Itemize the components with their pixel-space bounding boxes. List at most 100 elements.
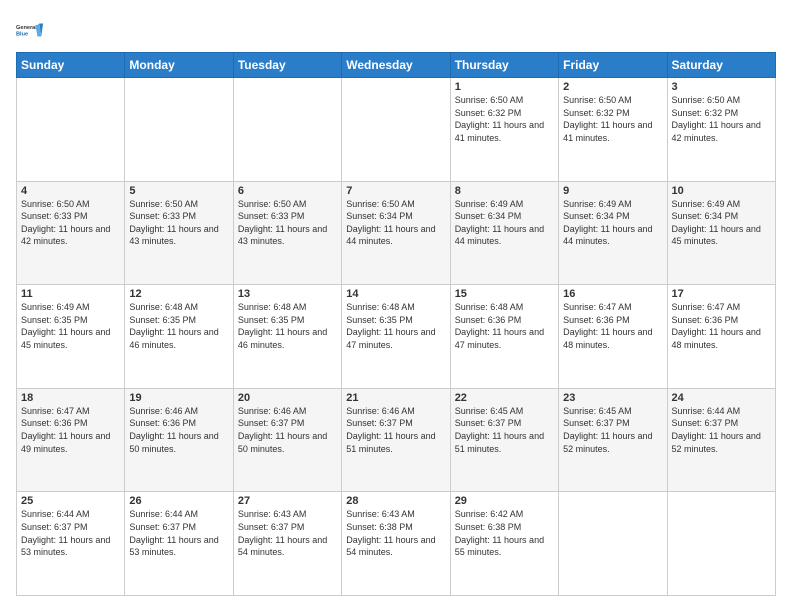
day-info: Sunrise: 6:43 AM Sunset: 6:38 PM Dayligh… <box>346 508 445 558</box>
calendar-day-cell <box>233 78 341 182</box>
calendar-day-cell: 9Sunrise: 6:49 AM Sunset: 6:34 PM Daylig… <box>559 181 667 285</box>
calendar-table: SundayMondayTuesdayWednesdayThursdayFrid… <box>16 52 776 596</box>
day-info: Sunrise: 6:47 AM Sunset: 6:36 PM Dayligh… <box>563 301 662 351</box>
day-number: 1 <box>455 81 554 93</box>
day-of-week-header: Thursday <box>450 53 558 78</box>
calendar-week-row: 1Sunrise: 6:50 AM Sunset: 6:32 PM Daylig… <box>17 78 776 182</box>
day-number: 4 <box>21 185 120 197</box>
calendar-day-cell <box>342 78 450 182</box>
day-number: 6 <box>238 185 337 197</box>
day-info: Sunrise: 6:43 AM Sunset: 6:37 PM Dayligh… <box>238 508 337 558</box>
day-info: Sunrise: 6:50 AM Sunset: 6:33 PM Dayligh… <box>129 198 228 248</box>
day-number: 28 <box>346 495 445 507</box>
calendar-day-cell: 3Sunrise: 6:50 AM Sunset: 6:32 PM Daylig… <box>667 78 775 182</box>
day-info: Sunrise: 6:50 AM Sunset: 6:32 PM Dayligh… <box>672 94 771 144</box>
calendar-day-cell: 26Sunrise: 6:44 AM Sunset: 6:37 PM Dayli… <box>125 492 233 596</box>
calendar-day-cell: 29Sunrise: 6:42 AM Sunset: 6:38 PM Dayli… <box>450 492 558 596</box>
day-number: 9 <box>563 185 662 197</box>
calendar-day-cell: 20Sunrise: 6:46 AM Sunset: 6:37 PM Dayli… <box>233 388 341 492</box>
day-of-week-header: Tuesday <box>233 53 341 78</box>
day-info: Sunrise: 6:46 AM Sunset: 6:37 PM Dayligh… <box>238 405 337 455</box>
day-info: Sunrise: 6:42 AM Sunset: 6:38 PM Dayligh… <box>455 508 554 558</box>
day-of-week-header: Monday <box>125 53 233 78</box>
day-info: Sunrise: 6:48 AM Sunset: 6:35 PM Dayligh… <box>346 301 445 351</box>
day-number: 18 <box>21 392 120 404</box>
calendar-day-cell: 19Sunrise: 6:46 AM Sunset: 6:36 PM Dayli… <box>125 388 233 492</box>
generalblue-logo-icon: GeneralBlue <box>16 16 44 44</box>
day-number: 26 <box>129 495 228 507</box>
calendar-day-cell: 25Sunrise: 6:44 AM Sunset: 6:37 PM Dayli… <box>17 492 125 596</box>
calendar-header-row: SundayMondayTuesdayWednesdayThursdayFrid… <box>17 53 776 78</box>
day-info: Sunrise: 6:48 AM Sunset: 6:35 PM Dayligh… <box>129 301 228 351</box>
calendar-day-cell: 18Sunrise: 6:47 AM Sunset: 6:36 PM Dayli… <box>17 388 125 492</box>
calendar-week-row: 18Sunrise: 6:47 AM Sunset: 6:36 PM Dayli… <box>17 388 776 492</box>
calendar-day-cell: 5Sunrise: 6:50 AM Sunset: 6:33 PM Daylig… <box>125 181 233 285</box>
svg-text:General: General <box>16 25 37 31</box>
day-number: 3 <box>672 81 771 93</box>
day-number: 11 <box>21 288 120 300</box>
day-info: Sunrise: 6:46 AM Sunset: 6:37 PM Dayligh… <box>346 405 445 455</box>
day-info: Sunrise: 6:50 AM Sunset: 6:33 PM Dayligh… <box>21 198 120 248</box>
day-info: Sunrise: 6:46 AM Sunset: 6:36 PM Dayligh… <box>129 405 228 455</box>
day-info: Sunrise: 6:44 AM Sunset: 6:37 PM Dayligh… <box>21 508 120 558</box>
calendar-day-cell: 2Sunrise: 6:50 AM Sunset: 6:32 PM Daylig… <box>559 78 667 182</box>
calendar-day-cell: 28Sunrise: 6:43 AM Sunset: 6:38 PM Dayli… <box>342 492 450 596</box>
day-info: Sunrise: 6:50 AM Sunset: 6:32 PM Dayligh… <box>455 94 554 144</box>
day-of-week-header: Friday <box>559 53 667 78</box>
day-info: Sunrise: 6:50 AM Sunset: 6:33 PM Dayligh… <box>238 198 337 248</box>
calendar-day-cell: 17Sunrise: 6:47 AM Sunset: 6:36 PM Dayli… <box>667 285 775 389</box>
day-number: 5 <box>129 185 228 197</box>
calendar-day-cell: 15Sunrise: 6:48 AM Sunset: 6:36 PM Dayli… <box>450 285 558 389</box>
calendar-day-cell: 27Sunrise: 6:43 AM Sunset: 6:37 PM Dayli… <box>233 492 341 596</box>
calendar-day-cell: 21Sunrise: 6:46 AM Sunset: 6:37 PM Dayli… <box>342 388 450 492</box>
svg-text:Blue: Blue <box>16 32 28 38</box>
day-number: 17 <box>672 288 771 300</box>
calendar-day-cell: 22Sunrise: 6:45 AM Sunset: 6:37 PM Dayli… <box>450 388 558 492</box>
day-number: 8 <box>455 185 554 197</box>
day-info: Sunrise: 6:50 AM Sunset: 6:34 PM Dayligh… <box>346 198 445 248</box>
day-number: 15 <box>455 288 554 300</box>
day-info: Sunrise: 6:47 AM Sunset: 6:36 PM Dayligh… <box>21 405 120 455</box>
calendar-day-cell <box>559 492 667 596</box>
day-number: 29 <box>455 495 554 507</box>
day-number: 16 <box>563 288 662 300</box>
calendar-day-cell: 16Sunrise: 6:47 AM Sunset: 6:36 PM Dayli… <box>559 285 667 389</box>
calendar-day-cell: 7Sunrise: 6:50 AM Sunset: 6:34 PM Daylig… <box>342 181 450 285</box>
day-of-week-header: Sunday <box>17 53 125 78</box>
calendar-day-cell <box>17 78 125 182</box>
calendar-week-row: 11Sunrise: 6:49 AM Sunset: 6:35 PM Dayli… <box>17 285 776 389</box>
calendar-day-cell: 13Sunrise: 6:48 AM Sunset: 6:35 PM Dayli… <box>233 285 341 389</box>
calendar-day-cell: 23Sunrise: 6:45 AM Sunset: 6:37 PM Dayli… <box>559 388 667 492</box>
calendar-day-cell <box>125 78 233 182</box>
calendar-day-cell: 12Sunrise: 6:48 AM Sunset: 6:35 PM Dayli… <box>125 285 233 389</box>
calendar-day-cell: 11Sunrise: 6:49 AM Sunset: 6:35 PM Dayli… <box>17 285 125 389</box>
day-info: Sunrise: 6:45 AM Sunset: 6:37 PM Dayligh… <box>563 405 662 455</box>
page: GeneralBlue SundayMondayTuesdayWednesday… <box>0 0 792 612</box>
calendar-week-row: 4Sunrise: 6:50 AM Sunset: 6:33 PM Daylig… <box>17 181 776 285</box>
calendar-day-cell: 8Sunrise: 6:49 AM Sunset: 6:34 PM Daylig… <box>450 181 558 285</box>
day-number: 25 <box>21 495 120 507</box>
day-number: 19 <box>129 392 228 404</box>
day-number: 22 <box>455 392 554 404</box>
day-number: 27 <box>238 495 337 507</box>
day-number: 21 <box>346 392 445 404</box>
calendar-day-cell: 14Sunrise: 6:48 AM Sunset: 6:35 PM Dayli… <box>342 285 450 389</box>
day-info: Sunrise: 6:47 AM Sunset: 6:36 PM Dayligh… <box>672 301 771 351</box>
calendar-day-cell: 10Sunrise: 6:49 AM Sunset: 6:34 PM Dayli… <box>667 181 775 285</box>
day-info: Sunrise: 6:48 AM Sunset: 6:36 PM Dayligh… <box>455 301 554 351</box>
day-number: 7 <box>346 185 445 197</box>
calendar-week-row: 25Sunrise: 6:44 AM Sunset: 6:37 PM Dayli… <box>17 492 776 596</box>
day-number: 2 <box>563 81 662 93</box>
calendar-day-cell <box>667 492 775 596</box>
day-number: 23 <box>563 392 662 404</box>
calendar-day-cell: 6Sunrise: 6:50 AM Sunset: 6:33 PM Daylig… <box>233 181 341 285</box>
day-of-week-header: Saturday <box>667 53 775 78</box>
day-info: Sunrise: 6:45 AM Sunset: 6:37 PM Dayligh… <box>455 405 554 455</box>
day-info: Sunrise: 6:44 AM Sunset: 6:37 PM Dayligh… <box>672 405 771 455</box>
day-info: Sunrise: 6:49 AM Sunset: 6:34 PM Dayligh… <box>455 198 554 248</box>
calendar-day-cell: 24Sunrise: 6:44 AM Sunset: 6:37 PM Dayli… <box>667 388 775 492</box>
calendar-day-cell: 4Sunrise: 6:50 AM Sunset: 6:33 PM Daylig… <box>17 181 125 285</box>
day-number: 24 <box>672 392 771 404</box>
day-info: Sunrise: 6:48 AM Sunset: 6:35 PM Dayligh… <box>238 301 337 351</box>
calendar-day-cell: 1Sunrise: 6:50 AM Sunset: 6:32 PM Daylig… <box>450 78 558 182</box>
